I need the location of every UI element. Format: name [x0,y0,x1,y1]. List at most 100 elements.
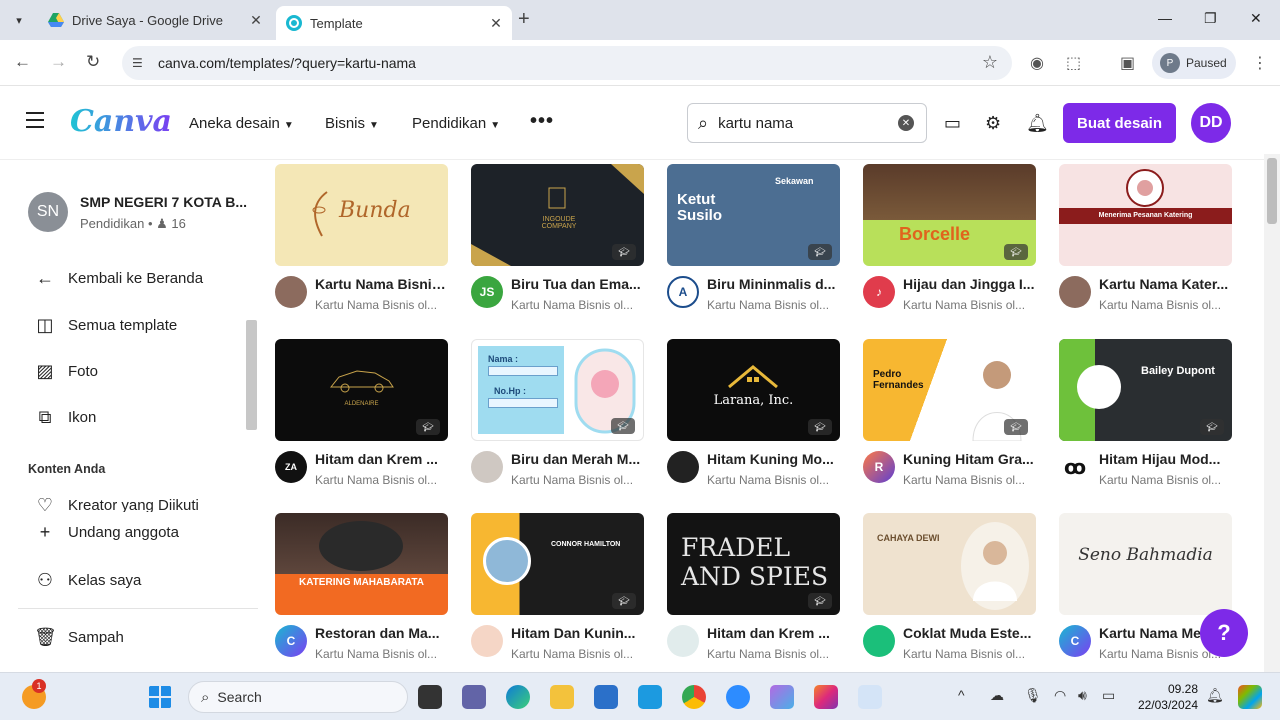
nav-bisnis[interactable]: Bisnis ▼ [325,115,379,132]
template-creator[interactable]: Kartu Nama Bisnis ol... [903,647,1036,661]
create-design-button[interactable]: Buat desain [1063,103,1176,143]
template-title[interactable]: Biru Mininmalis d... [707,276,840,292]
template-title[interactable]: Hitam Kuning Mo... [707,451,840,467]
battery-icon[interactable]: ▭ [1102,687,1115,704]
sidebar-scrollbar[interactable] [244,306,258,506]
forward-icon[interactable]: → [50,52,67,72]
copilot-icon[interactable] [770,685,794,709]
mail-icon[interactable] [594,685,618,709]
new-tab-icon[interactable]: + [518,8,530,31]
page-scrollbar[interactable] [1264,154,1280,672]
clear-search-icon[interactable]: ✕ [898,115,914,131]
creator-avatar[interactable] [1059,276,1091,308]
reload-icon[interactable]: ↻ [86,52,100,72]
template-thumbnail[interactable]: Bailey Dupont 🎓︎ [1059,339,1232,441]
template-title[interactable]: Coklat Muda Este... [903,625,1036,641]
instagram-icon[interactable] [814,685,838,709]
microphone-icon[interactable]: 🎙︎ [1024,687,1042,704]
teams-icon[interactable] [462,685,486,709]
sidebar-item-undang[interactable]: + Undang anggota [34,522,179,543]
template-creator[interactable]: Kartu Nama Bisnis ol... [511,298,644,312]
team-switcher[interactable]: SN SMP NEGERI 7 KOTA B... Pendidikan • ♟… [28,192,247,232]
creator-avatar[interactable] [471,451,503,483]
scroll-thumb[interactable] [246,320,257,430]
template-thumbnail[interactable]: Bunda [275,164,448,266]
template-thumbnail[interactable]: INGOUDE COMPANY 🎓︎ [471,164,644,266]
creator-avatar[interactable] [667,451,699,483]
creator-avatar[interactable] [667,625,699,657]
template-card[interactable]: KATERING MAHABARATA C Restoran dan Ma...… [275,513,448,661]
edge-icon[interactable] [506,685,530,709]
creator-avatar[interactable]: C [275,625,307,657]
bookmark-star-icon[interactable]: ☆ [982,52,998,73]
chrome-icon[interactable] [682,685,706,709]
gear-icon[interactable]: ⚙ [985,113,1001,134]
template-card[interactable]: CAHAYA DEWI Coklat Muda Este... Kartu Nam… [863,513,1036,661]
template-creator[interactable]: Kartu Nama Bisnis ol... [1099,298,1232,312]
template-title[interactable]: Hijau dan Jingga I... [903,276,1036,292]
template-creator[interactable]: Kartu Nama Bisnis ol... [1099,473,1232,487]
template-thumbnail[interactable]: CONNOR HAMILTON 🎓︎ [471,513,644,615]
template-creator[interactable]: Kartu Nama Bisnis ol... [315,298,448,312]
template-thumbnail[interactable]: Borcelle 🎓︎ [863,164,1036,266]
creator-avatar[interactable]: A [667,276,699,308]
preview-app-icon[interactable] [1238,685,1262,709]
hamburger-menu-icon[interactable] [26,112,44,128]
template-title[interactable]: Restoran dan Ma... [315,625,448,641]
creator-avatar[interactable]: ♪ [863,276,895,308]
template-title[interactable]: Kuning Hitam Gra... [903,451,1036,467]
template-card[interactable]: Ketut Susilo Sekawan 🎓︎ A Biru Mininmali… [667,164,840,312]
creator-avatar[interactable]: R [863,451,895,483]
extensions-icon[interactable]: ⬚ [1066,53,1081,73]
template-title[interactable]: Kartu Nama Kater... [1099,276,1232,292]
file-explorer-icon[interactable] [550,685,574,709]
store-icon[interactable] [638,685,662,709]
template-title[interactable]: Hitam dan Krem ... [707,625,840,641]
clock[interactable]: 09.28 22/03/2024 [1134,681,1198,713]
sidebar-item-sampah[interactable]: 🗑︎ Sampah [34,627,124,648]
notification-bell-icon[interactable]: 🔔︎ [1206,687,1224,704]
template-creator[interactable]: Kartu Nama Bisnis ol... [707,647,840,661]
windows-start-icon[interactable] [148,685,172,709]
search-input[interactable]: kartu nama [718,115,898,132]
canva-logo[interactable]: Canva [70,104,172,139]
template-card[interactable]: Pedro Fernandes 🎓︎ R Kuning Hitam Gra...… [863,339,1036,487]
minimize-icon[interactable]: — [1158,10,1172,26]
template-thumbnail[interactable]: Pedro Fernandes 🎓︎ [863,339,1036,441]
template-card[interactable]: Menerima Pesanan Katering Kartu Nama Kat… [1059,164,1232,312]
creator-avatar[interactable]: JS [471,276,503,308]
template-creator[interactable]: Kartu Nama Bisnis ol... [511,473,644,487]
tab-template[interactable]: Template ✕ [276,6,512,40]
zoom-icon[interactable] [726,685,750,709]
back-icon[interactable]: ← [14,52,31,72]
sidebar-item-foto[interactable]: ▨ Foto [34,361,98,382]
side-panel-icon[interactable]: ▣ [1120,53,1135,73]
tray-overflow-icon[interactable]: ^ [958,687,965,703]
nav-aneka-desain[interactable]: Aneka desain ▼ [189,115,294,132]
template-title[interactable]: Hitam dan Krem ... [315,451,448,467]
template-thumbnail[interactable]: Ketut Susilo Sekawan 🎓︎ [667,164,840,266]
creator-avatar[interactable]: ꝏ [1059,451,1091,483]
template-card[interactable]: Borcelle 🎓︎ ♪ Hijau dan Jingga I... Kartu… [863,164,1036,312]
template-thumbnail[interactable]: CAHAYA DEWI [863,513,1036,615]
template-card[interactable]: CONNOR HAMILTON 🎓︎ Hitam Dan Kunin... Kar… [471,513,644,661]
url-bar[interactable]: ☰ canva.com/templates/?query=kartu-nama … [122,46,1012,80]
url-text[interactable]: canva.com/templates/?query=kartu-nama [158,55,416,71]
snipping-tool-icon[interactable] [858,685,882,709]
template-card[interactable]: Bunda Kartu Nama Bisnis... Kartu Nama Bis… [275,164,448,312]
creator-avatar[interactable] [471,625,503,657]
template-creator[interactable]: Kartu Nama Bisnis ol... [707,473,840,487]
template-title[interactable]: Kartu Nama Bisnis... [315,276,448,292]
template-title[interactable]: Biru dan Merah M... [511,451,644,467]
help-button[interactable]: ? [1200,609,1248,657]
taskbar-search[interactable]: ⌕ Search [188,681,408,713]
template-creator[interactable]: Kartu Nama Bisnis ol... [903,473,1036,487]
sidebar-item-beranda[interactable]: ← Kembali ke Beranda [34,268,203,289]
template-creator[interactable]: Kartu Nama Bisnis ol... [903,298,1036,312]
bell-icon[interactable]: 🔔︎ [1026,113,1049,134]
nav-pendidikan[interactable]: Pendidikan ▼ [412,115,500,132]
close-icon[interactable]: ✕ [246,12,266,29]
window-close-icon[interactable]: ✕ [1250,10,1262,27]
site-info-icon[interactable]: ☰ [132,56,154,70]
desktop-app-icon[interactable]: ▭ [944,113,961,134]
